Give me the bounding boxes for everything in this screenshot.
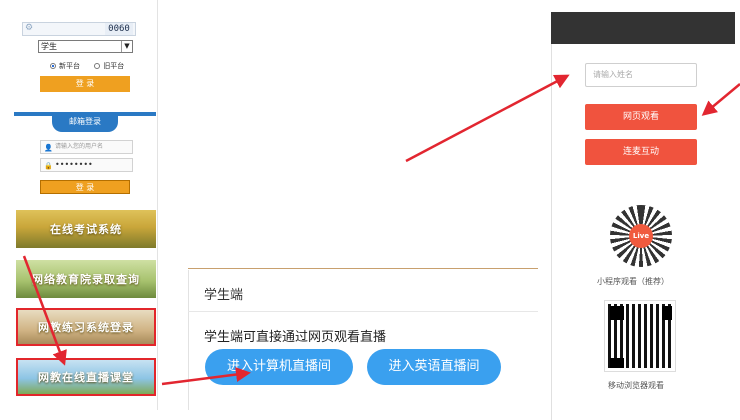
arrow-to-computer-button — [161, 367, 251, 386]
arrow-to-web-watch — [701, 83, 740, 116]
annotation-arrows — [22, 74, 740, 386]
arrow-to-live-banner — [22, 255, 67, 366]
arrow-to-name-input — [405, 74, 570, 163]
